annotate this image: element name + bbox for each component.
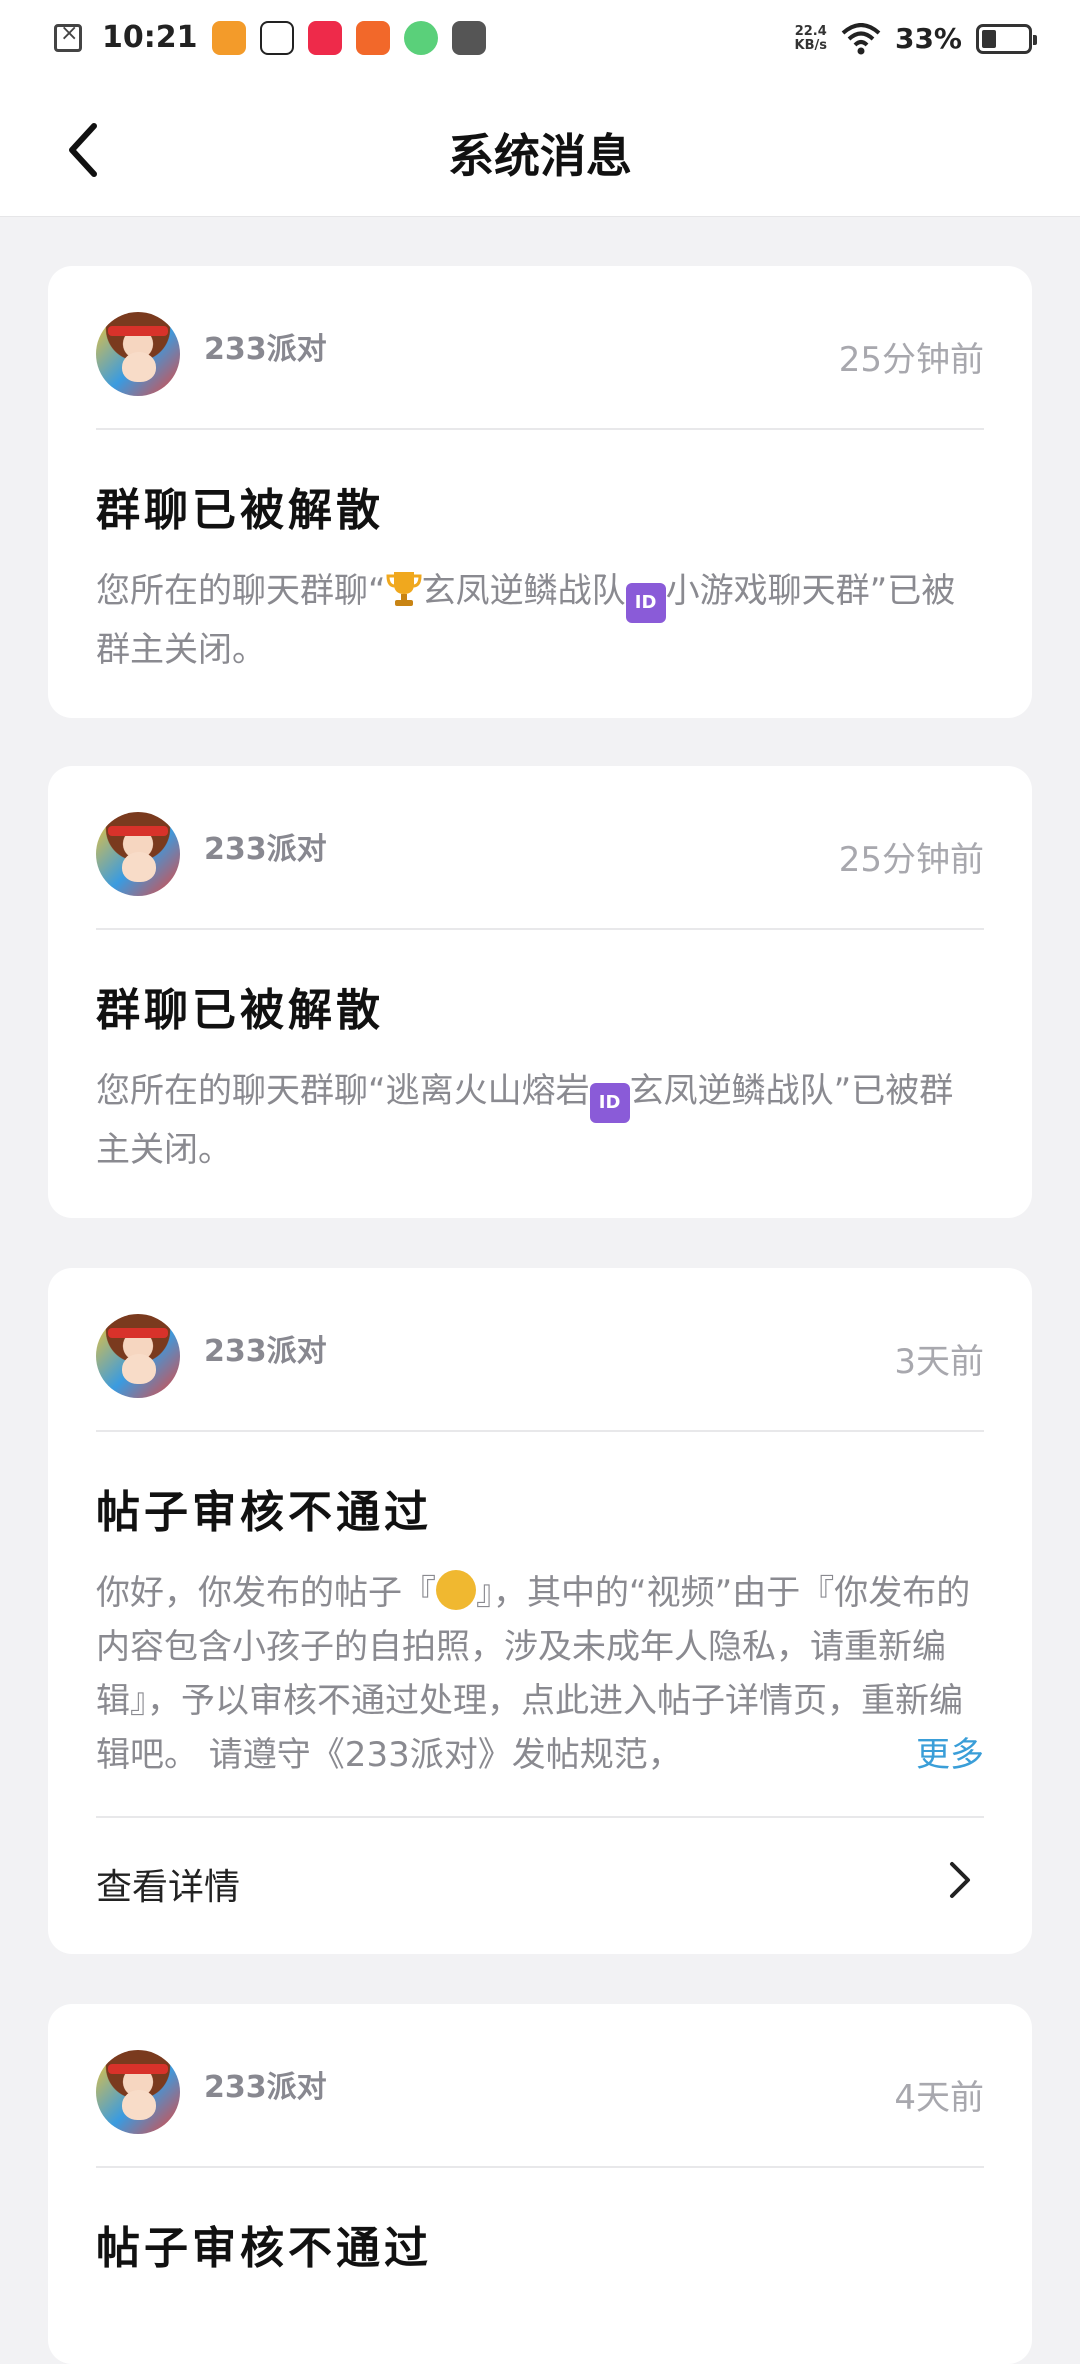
message-title: 群聊已被解散 bbox=[96, 985, 384, 1036]
sender-name: 233派对 bbox=[204, 832, 327, 867]
body-text: 您所在的聊天群聊“ bbox=[96, 571, 386, 611]
avatar bbox=[96, 312, 180, 396]
card-header: 233派对 25分钟前 bbox=[96, 766, 984, 930]
wifi-icon bbox=[841, 22, 881, 54]
body-text: 您所在的聊天群聊“逃离火山熔岩 bbox=[96, 1071, 590, 1111]
speed-value: 22.4 bbox=[794, 23, 827, 39]
video-app-icon bbox=[211, 20, 246, 55]
taobao-icon bbox=[355, 20, 390, 55]
battery-percent: 33% bbox=[894, 22, 962, 55]
id-badge-icon: ID bbox=[625, 583, 666, 623]
message-title: 群聊已被解散 bbox=[96, 485, 384, 536]
green-app-icon bbox=[403, 20, 438, 55]
notification-icon bbox=[54, 21, 82, 52]
message-card[interactable]: 233派对 4天前 帖子审核不通过 bbox=[48, 2004, 1032, 2364]
card-header: 233派对 4天前 bbox=[96, 2004, 984, 2168]
message-card[interactable]: 233派对 25分钟前 群聊已被解散 您所在的聊天群聊“逃离火山熔岩 ID 玄凤逆鳞… bbox=[48, 766, 1032, 1218]
sad-face-icon bbox=[436, 1570, 476, 1610]
sender-name: 233派对 bbox=[204, 332, 327, 367]
message-card[interactable]: 233派对 3天前 帖子审核不通过 你好，你发布的帖子『 』，其中的“视频”由于『… bbox=[48, 1268, 1032, 1954]
status-time: 10:21 bbox=[102, 20, 198, 55]
message-time: 3天前 bbox=[894, 1342, 984, 1382]
view-details-row[interactable]: 查看详情 bbox=[96, 1816, 984, 1948]
avatar bbox=[96, 1314, 180, 1398]
card-header: 233派对 25分钟前 bbox=[96, 266, 984, 430]
battery-icon bbox=[976, 23, 1037, 54]
avatar bbox=[96, 2050, 180, 2134]
trophy-icon bbox=[386, 572, 422, 606]
status-bar: 10:21 22.4 KB/s 33% bbox=[0, 0, 1080, 84]
vivo-icon bbox=[451, 20, 486, 55]
body-text: 你好，你发布的帖子『 bbox=[96, 1573, 436, 1613]
page-title: 系统消息 bbox=[448, 129, 632, 183]
status-bar-right: 22.4 KB/s 33% bbox=[794, 22, 1037, 55]
sender-name: 233派对 bbox=[204, 1334, 327, 1369]
network-speed: 22.4 KB/s bbox=[794, 23, 827, 53]
message-time: 25分钟前 bbox=[838, 840, 984, 880]
nav-header: 系统消息 bbox=[0, 84, 1080, 217]
sender-name: 233派对 bbox=[204, 2070, 327, 2105]
avatar bbox=[96, 812, 180, 896]
xiaohongshu-icon bbox=[307, 20, 342, 55]
message-time: 25分钟前 bbox=[838, 340, 984, 380]
message-time: 4天前 bbox=[894, 2078, 984, 2118]
chevron-right-icon bbox=[950, 1862, 970, 1898]
message-body: 您所在的聊天群聊“逃离火山熔岩 ID 玄凤逆鳞战队”已被群主关闭。 bbox=[96, 1064, 984, 1177]
status-bar-left: 10:21 bbox=[54, 20, 486, 55]
message-title: 帖子审核不通过 bbox=[96, 1487, 432, 1538]
message-card[interactable]: 233派对 25分钟前 群聊已被解散 您所在的聊天群聊“ 玄凤逆鳞战队 ID 小游戏聊… bbox=[48, 266, 1032, 718]
tiktok-icon bbox=[259, 20, 294, 55]
view-details-label: 查看详情 bbox=[96, 1867, 241, 1908]
more-link[interactable]: 更多 bbox=[896, 1728, 984, 1782]
message-body: 您所在的聊天群聊“ 玄凤逆鳞战队 ID 小游戏聊天群”已被群主关闭。 bbox=[96, 564, 984, 677]
message-body: 你好，你发布的帖子『 』，其中的“视频”由于『你发布的内容包含小孩子的自拍照，涉及… bbox=[96, 1566, 984, 1782]
message-title: 帖子审核不通过 bbox=[96, 2223, 432, 2274]
body-text: 玄凤逆鳞战队 bbox=[421, 571, 626, 611]
speed-unit: KB/s bbox=[794, 37, 827, 53]
id-badge-icon: ID bbox=[589, 1083, 630, 1123]
card-header: 233派对 3天前 bbox=[96, 1268, 984, 1432]
